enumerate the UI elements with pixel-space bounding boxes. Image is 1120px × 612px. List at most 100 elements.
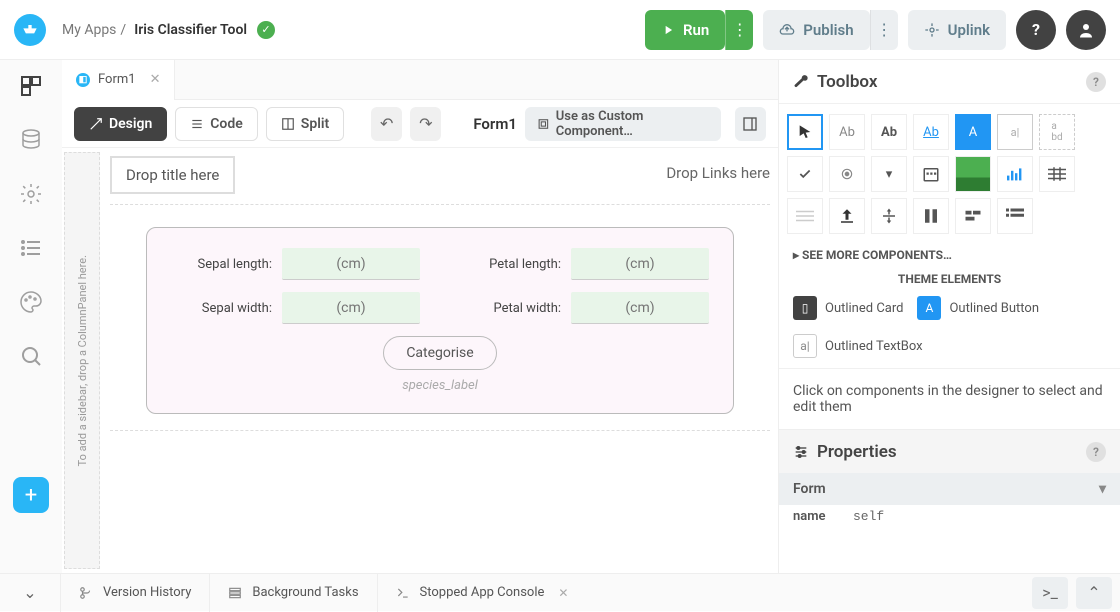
categorise-button[interactable]: Categorise xyxy=(383,336,496,370)
theme-outlined-button[interactable]: AOutlined Button xyxy=(917,296,1039,320)
run-button[interactable]: Run xyxy=(645,10,725,50)
bottom-collapse-button[interactable]: ⌃ xyxy=(1076,577,1112,609)
rail-settings-icon[interactable] xyxy=(19,182,43,206)
account-button[interactable] xyxy=(1066,10,1106,50)
comp-xypanel[interactable] xyxy=(997,198,1033,234)
comp-dropdown[interactable]: ▾ xyxy=(871,156,907,192)
anvil-logo[interactable] xyxy=(14,14,46,46)
split-icon xyxy=(281,117,295,131)
drop-links-placeholder[interactable]: Drop Links here xyxy=(666,156,770,194)
editor-toolbar: Design Code Split ↶ ↷ Form1 Use as Custo… xyxy=(62,100,778,148)
comp-textarea[interactable]: abd xyxy=(1039,114,1075,150)
design-mode-button[interactable]: Design xyxy=(74,107,167,141)
tasks-icon xyxy=(228,586,242,600)
sepal-length-label: Sepal length: xyxy=(198,257,272,272)
comp-link[interactable]: Ab xyxy=(913,114,949,150)
see-more-components[interactable]: ▸ SEE MORE COMPONENTS… xyxy=(779,244,1120,266)
code-mode-button[interactable]: Code xyxy=(175,107,258,141)
comp-repeating[interactable] xyxy=(787,198,823,234)
comp-spacer[interactable] xyxy=(871,198,907,234)
console-icon xyxy=(396,586,410,600)
breadcrumb-root[interactable]: My Apps xyxy=(62,22,116,38)
breadcrumb-app-name[interactable]: Iris Classifier Tool xyxy=(134,22,247,38)
rail-add-button[interactable]: + xyxy=(13,477,49,513)
bottom-app-console[interactable]: Stopped App Console ✕ xyxy=(377,574,587,612)
canvas-divider xyxy=(110,430,770,431)
rail-search-icon[interactable] xyxy=(19,344,43,368)
comp-columnpanel[interactable] xyxy=(913,198,949,234)
publish-button[interactable]: Publish xyxy=(763,10,869,50)
drop-title-placeholder[interactable]: Drop title here xyxy=(110,156,235,194)
toolbox-header: Toolbox ? xyxy=(779,60,1120,104)
sepal-length-input[interactable] xyxy=(282,248,420,280)
bottom-background-tasks[interactable]: Background Tasks xyxy=(209,574,376,612)
code-icon xyxy=(190,117,204,131)
toolbox-help-icon[interactable]: ? xyxy=(1086,72,1106,92)
tab-form1[interactable]: ◧ Form1 ✕ xyxy=(62,60,175,100)
wrench-icon xyxy=(793,74,809,90)
property-name-input[interactable] xyxy=(853,509,1106,524)
comp-datepicker[interactable] xyxy=(913,156,949,192)
redo-button[interactable]: ↷ xyxy=(410,107,441,141)
comp-flowpanel[interactable] xyxy=(955,198,991,234)
rail-list-icon[interactable] xyxy=(19,236,43,260)
close-icon[interactable]: ✕ xyxy=(150,72,161,87)
status-check-icon: ✓ xyxy=(257,21,275,39)
sepal-width-input[interactable] xyxy=(282,292,420,324)
rail-theme-icon[interactable] xyxy=(19,290,43,314)
sepal-width-label: Sepal width: xyxy=(202,301,272,316)
properties-section-form[interactable]: Form ▾ xyxy=(779,473,1120,505)
comp-fileloader[interactable] xyxy=(829,198,865,234)
theme-outlined-card[interactable]: ▯Outlined Card xyxy=(793,296,903,320)
comp-plot[interactable] xyxy=(997,156,1033,192)
petal-width-label: Petal width: xyxy=(493,301,561,316)
comp-pointer[interactable] xyxy=(787,114,823,150)
user-icon xyxy=(1077,21,1095,39)
close-icon[interactable]: ✕ xyxy=(558,586,568,600)
component-grid: Ab Ab Ab A a| abd ▾ xyxy=(779,104,1120,244)
petal-width-input[interactable] xyxy=(571,292,709,324)
comp-checkbox[interactable] xyxy=(787,156,823,192)
design-canvas[interactable]: Drop title here Drop Links here Sepal le… xyxy=(102,148,778,573)
comp-radio[interactable] xyxy=(829,156,865,192)
comp-textbox[interactable]: a| xyxy=(997,114,1033,150)
petal-length-input[interactable] xyxy=(571,248,709,280)
play-icon xyxy=(661,23,675,37)
form-name-label: Form1 xyxy=(473,115,517,133)
sidebar-drop-hint[interactable]: To add a sidebar, drop a ColumnPanel her… xyxy=(64,152,100,569)
toolbox-hint: Click on components in the designer to s… xyxy=(779,368,1120,429)
custom-component-button[interactable]: Use as Custom Component… xyxy=(525,107,721,141)
run-menu-button[interactable]: ⋮ xyxy=(725,10,753,50)
button-icon: A xyxy=(917,296,941,320)
rail-app-icon[interactable] xyxy=(19,74,43,98)
comp-datagrid[interactable] xyxy=(1039,156,1075,192)
textbox-icon: a| xyxy=(793,334,817,358)
bottom-expand-button[interactable]: ⌄ xyxy=(0,583,60,602)
bottom-version-history[interactable]: Version History xyxy=(60,574,209,612)
right-panel: Toolbox ? Ab Ab Ab A a| abd ▾ ▸ SEE MORE… xyxy=(778,60,1120,573)
uplink-icon xyxy=(924,22,940,38)
comp-label[interactable]: Ab xyxy=(829,114,865,150)
comp-image[interactable] xyxy=(955,156,991,192)
uplink-button[interactable]: Uplink xyxy=(908,10,1006,50)
comp-button[interactable]: A xyxy=(955,114,991,150)
undo-button[interactable]: ↶ xyxy=(371,107,402,141)
card-icon: ▯ xyxy=(793,296,817,320)
comp-label-bold[interactable]: Ab xyxy=(871,114,907,150)
help-button[interactable]: ? xyxy=(1016,10,1056,50)
publish-menu-button[interactable]: ⋮ xyxy=(870,10,898,50)
bottom-bar: ⌄ Version History Background Tasks Stopp… xyxy=(0,573,1120,611)
panel-toggle-button[interactable] xyxy=(735,107,766,141)
rail-database-icon[interactable] xyxy=(19,128,43,152)
bottom-terminal-button[interactable]: >_ xyxy=(1032,577,1068,609)
form-card[interactable]: Sepal length: Petal length: Sepal width: xyxy=(146,227,734,414)
properties-help-icon[interactable]: ? xyxy=(1086,442,1106,462)
cloud-icon xyxy=(779,22,795,38)
theme-outlined-textbox[interactable]: a|Outlined TextBox xyxy=(793,334,923,358)
split-mode-button[interactable]: Split xyxy=(266,107,344,141)
history-icon xyxy=(79,586,93,600)
petal-length-label: Petal length: xyxy=(489,257,561,272)
property-name-row: name xyxy=(779,505,1120,528)
left-rail: + xyxy=(0,60,62,573)
species-output-label: species_label xyxy=(171,378,709,393)
